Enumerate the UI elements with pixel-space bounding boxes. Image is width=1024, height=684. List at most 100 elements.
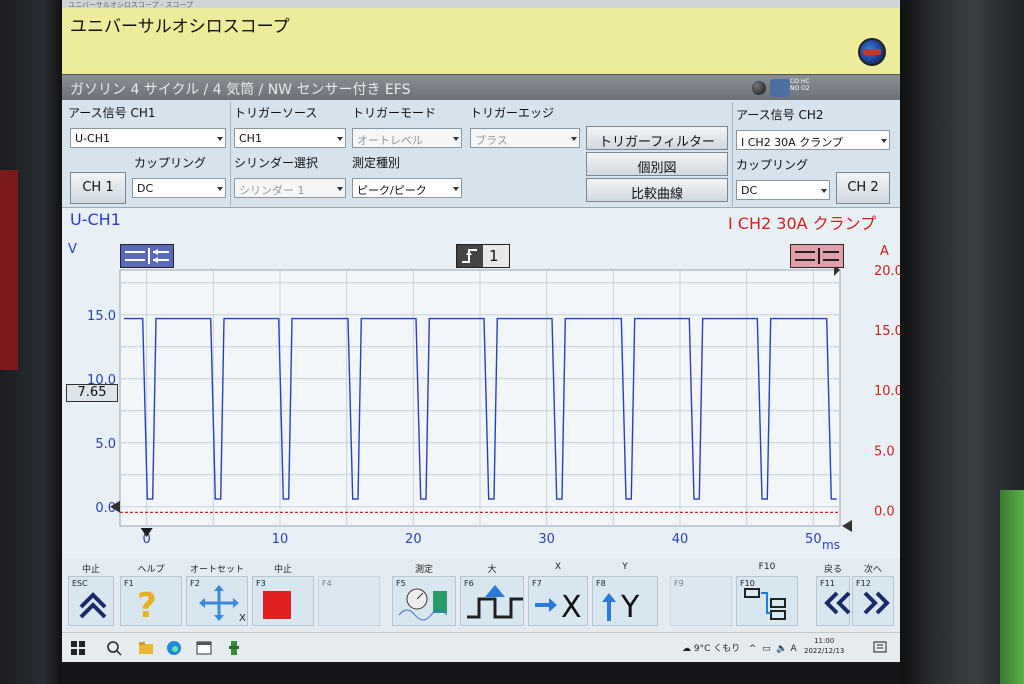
settings-panel: アース信号 CH1 U-CH1 CH 1 カップリング DC トリガーソース C… [62,100,900,208]
scale-arrows-icon [125,248,169,264]
fkey-f2-button[interactable]: F2 X [186,576,248,626]
clock-time: 11:00 [814,637,835,645]
trigger-filter-button[interactable]: トリガーフィルター [586,126,728,150]
taskbar: ☁ 9°C くもり ^ ▭ 🔈 A 11:00 2022/12/13 [62,632,900,662]
ch1-button[interactable]: CH 1 [70,172,126,204]
chevron-down-icon [453,137,459,141]
fkey-esc-button[interactable]: ESC [68,576,114,626]
fkey-id: F9 [674,579,684,588]
status-ball-icon [752,81,766,95]
measure-type-value: ピーク/ピーク [357,184,427,197]
screen: ユニバーサルオシロスコープ - スコープ ユニバーサルオシロスコープ ガソリン … [62,0,900,662]
x-tick-label: 20 [405,532,422,547]
ch1-coupling-value: DC [137,182,154,195]
notification-icon[interactable] [872,640,888,656]
fkey-f10-button[interactable]: F10 [736,576,798,626]
ch2-button[interactable]: CH 2 [836,172,890,204]
trigger-channel: 1 [489,247,499,265]
clock-date: 2022/12/13 [804,647,845,655]
svg-text:Y: Y [620,590,640,623]
fkey-caption: X [554,562,562,572]
question-mark-icon: ? [125,583,165,627]
file-explorer-icon[interactable] [138,640,154,656]
chevron-down-icon [821,189,827,193]
globe-icon[interactable] [858,38,886,66]
fkey-f9-button: F9 [670,576,732,626]
x-tick-label: 40 [672,532,689,547]
ch1-scale-control[interactable] [120,244,174,268]
trigger-mode-label: トリガーモード [352,106,437,120]
ch2-ground-value: I CH2 30A クランプ [741,136,843,149]
y-tick-label: 5.0 [95,437,116,452]
ch2-title: I CH2 30A クランプ [728,214,877,233]
diagnostic-app-icon[interactable] [226,640,242,656]
divider [230,102,231,206]
fkey-f11-button[interactable]: F11 [816,576,851,626]
x-tick-label: 30 [538,532,555,547]
scale-arrows-icon [795,248,839,264]
fkey-f6-button[interactable]: F6 [460,576,524,626]
fkey-id: F4 [322,579,332,588]
fkey-f5-button[interactable]: F5 [392,576,456,626]
chevron-down-icon [337,187,343,191]
fkey-caption: ヘルプ [137,565,165,575]
svg-text:X: X [561,590,582,623]
fkey-f1-button[interactable]: F1? [120,576,182,626]
x-tick-label: 50 [805,532,822,547]
search-icon[interactable] [106,640,122,656]
chevron-down-icon [881,139,887,143]
y2-tick-label: 20.0 [874,264,900,279]
arrow-up-y-icon: Y [597,583,653,627]
system-tray[interactable]: ☁ 9°C くもり ^ ▭ 🔈 A [682,641,797,654]
ch1-title: U-CH1 [70,210,121,229]
fkey-caption: 測定 [414,565,433,575]
ch2-scale-control[interactable] [790,244,844,268]
ch1-ground-value: U-CH1 [75,132,110,145]
measure-type-select[interactable]: ピーク/ピーク [352,178,462,198]
ch1-ground-select[interactable]: U-CH1 [70,128,226,148]
chevron-down-icon [571,137,577,141]
app-title: ユニバーサルオシロスコープ [70,17,290,37]
y2-tick-label: 15.0 [874,324,900,339]
chevron-down-icon [217,137,223,141]
trigger-source-select[interactable]: CH1 [234,128,346,148]
windows-start-icon[interactable] [70,640,86,656]
y2-tick-label: 10.0 [874,384,900,399]
arrow-right-x-icon: X [533,583,589,627]
fkey-caption: Y [622,562,628,572]
individual-view-button[interactable]: 個別図 [586,152,728,176]
chevron-down-icon [453,187,459,191]
fkey-caption: 中止 [273,565,292,575]
compare-curve-button[interactable]: 比較曲線 [586,178,728,202]
ch2-ground-select[interactable]: I CH2 30A クランプ [736,130,890,150]
fkey-f3-button[interactable]: F3 [252,576,314,626]
trigger-mode-select: オートレベル [352,128,462,148]
fkey-caption: 次へ [863,565,882,575]
double-chevron-left-icon [821,583,855,627]
square-wave-icon [465,583,525,627]
ch1-coupling-select[interactable]: DC [132,178,226,198]
fkey-caption: 中止 [81,565,100,575]
clock[interactable]: 11:00 2022/12/13 [804,636,844,656]
fkey-f7-button[interactable]: F7 X [528,576,588,626]
background-object [0,170,18,370]
grid [119,269,841,527]
ch2-ground-label: アース信号 CH2 [736,108,824,122]
app-window-icon[interactable] [196,640,212,656]
ch2-coupling-select[interactable]: DC [736,180,830,200]
fkey-caption: F10 [758,562,776,572]
edge-browser-icon[interactable] [166,640,182,656]
x-axis-arrow-icon [842,520,852,532]
divider [732,102,733,206]
x-tick-label: 10 [272,532,289,547]
fkey-f8-button[interactable]: F8 Y [592,576,658,626]
ch1-level-readout: 7.65 [66,384,118,402]
network-icon: ▭ [759,644,771,654]
measure-icon [397,583,457,627]
weather-text: 9°C くもり [693,644,741,654]
trigger-control[interactable]: 1 [456,244,510,268]
fkey-f12-button[interactable]: F12 [852,576,894,626]
ch2-coupling-value: DC [741,184,758,197]
chevron-up-icon: ^ [743,644,757,654]
cloud-icon: ☁ [682,644,691,654]
